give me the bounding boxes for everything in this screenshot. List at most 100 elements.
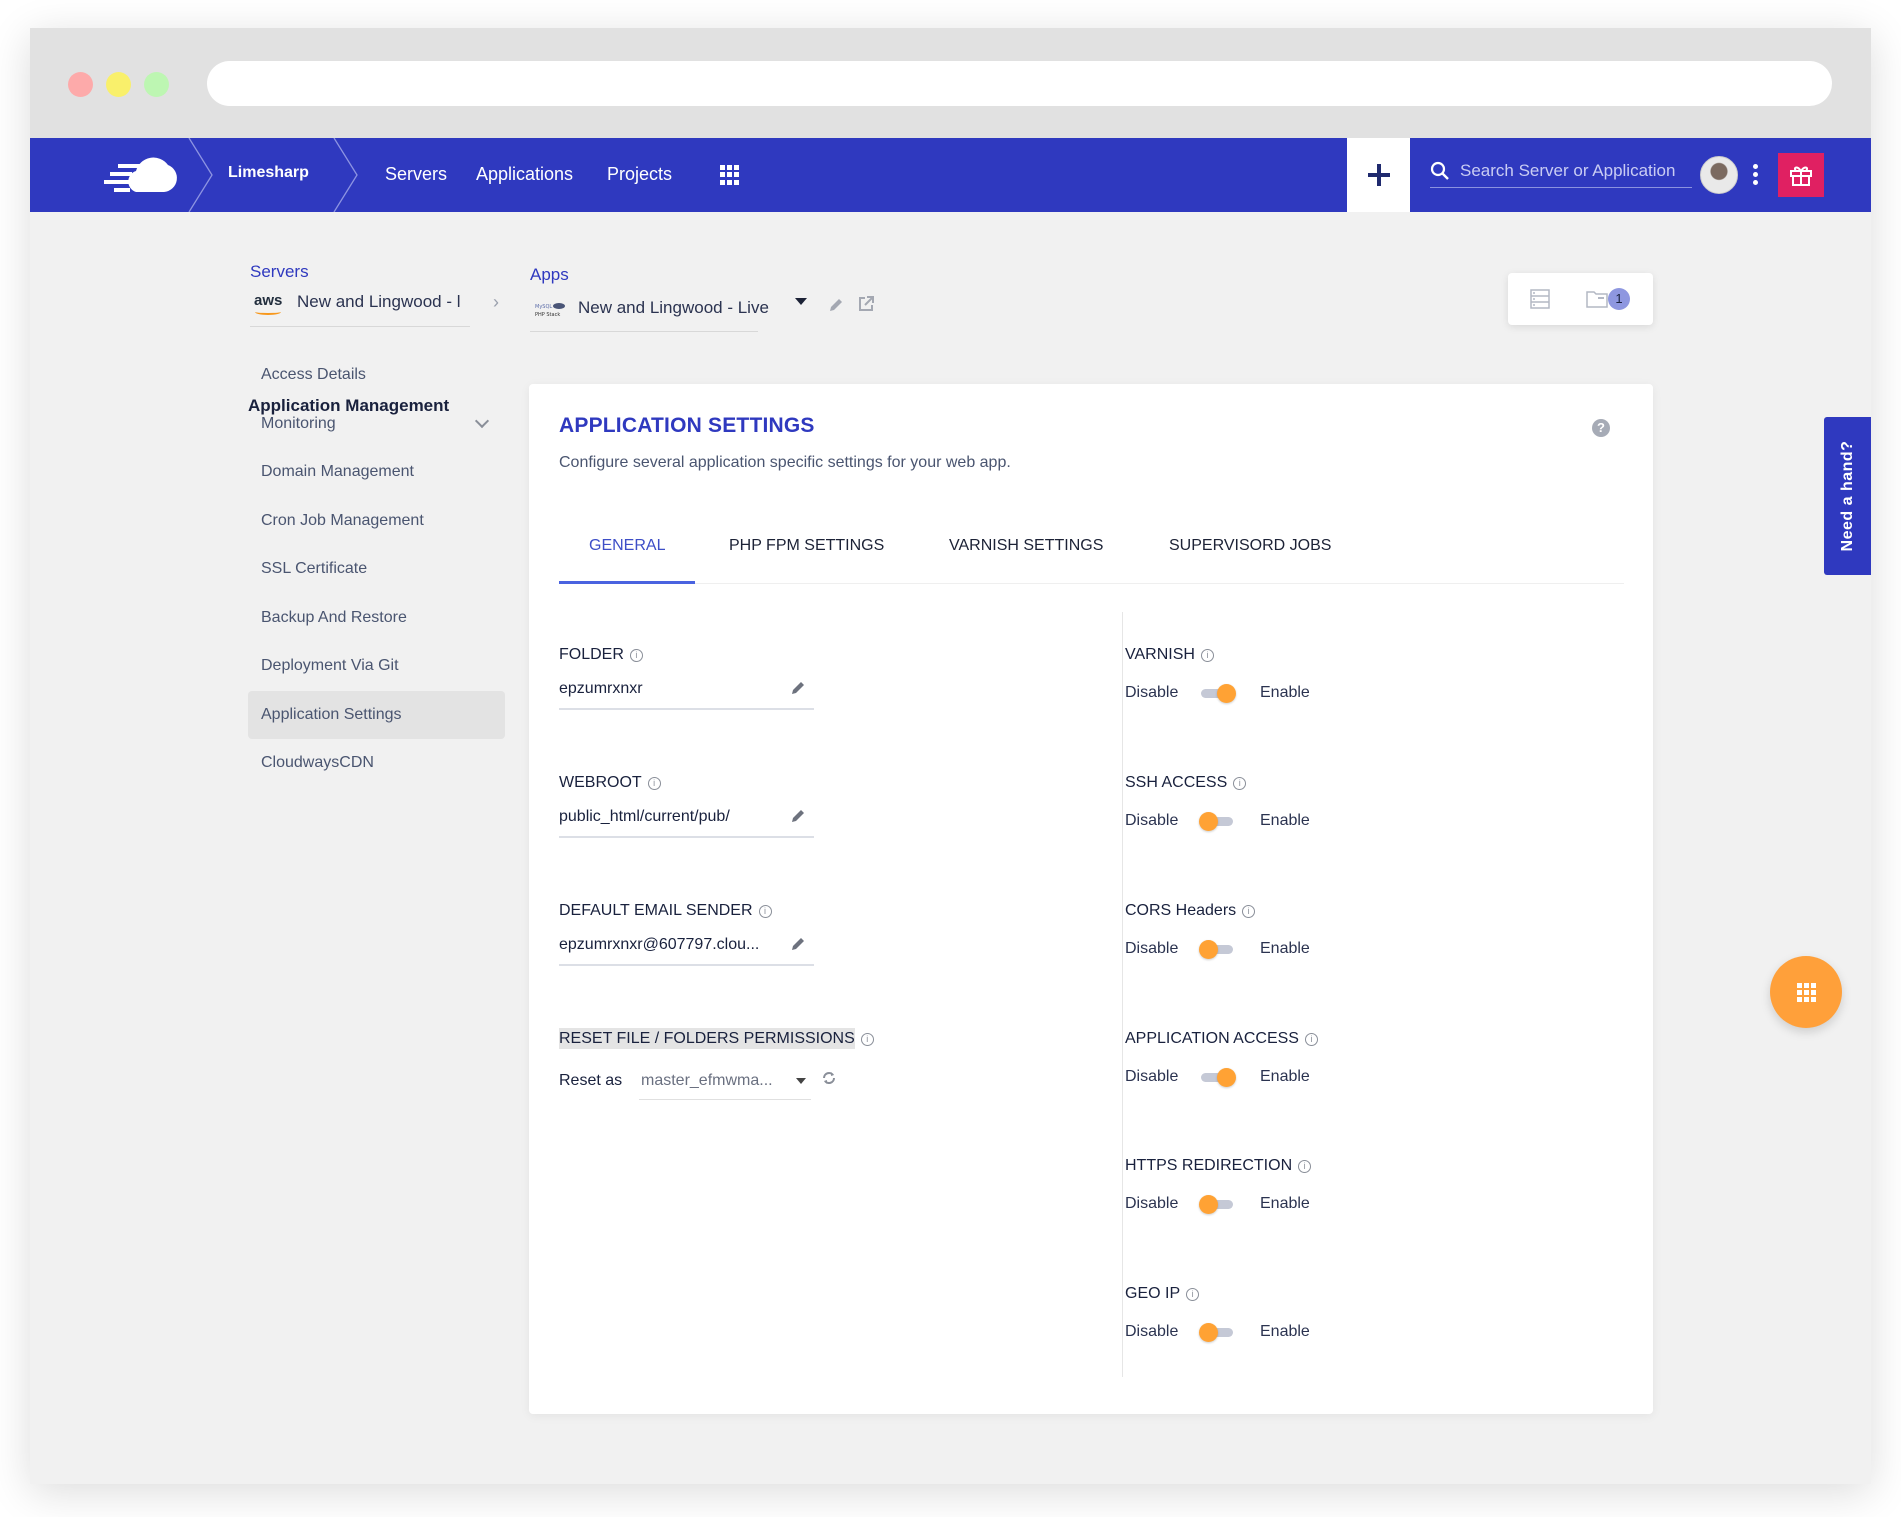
breadcrumb-apps-label[interactable]: Apps <box>530 265 569 285</box>
reset-user-select[interactable]: master_efmwma... <box>639 1066 811 1100</box>
cors-headers-toggle[interactable] <box>1199 940 1233 959</box>
disable-label: Disable <box>1125 684 1179 701</box>
tab-general[interactable]: GENERAL <box>559 537 696 584</box>
nav-separator-icon <box>333 138 358 212</box>
search-input[interactable] <box>1460 160 1690 181</box>
tab-php-fpm-settings[interactable]: PHP FPM SETTINGS <box>729 537 884 584</box>
sidebar-item-access-details[interactable]: Access Details <box>248 351 505 399</box>
https-redirection-toggle[interactable] <box>1199 1195 1233 1214</box>
sidebar-item-application-settings[interactable]: Application Settings <box>248 691 505 739</box>
minimize-window-button[interactable] <box>106 72 131 97</box>
toggle-knob <box>1199 940 1218 959</box>
disable-label: Disable <box>1125 1068 1179 1085</box>
toggle-knob <box>1217 1068 1236 1087</box>
sidebar-item-cron-job-management[interactable]: Cron Job Management <box>248 497 505 545</box>
edit-webroot-icon[interactable] <box>790 808 806 824</box>
sidebar-item-domain-management[interactable]: Domain Management <box>248 448 505 496</box>
apps-grid-icon[interactable] <box>720 165 740 185</box>
cors-headers-label: CORS Headers i <box>1125 902 1256 920</box>
reset-user-value: master_efmwma... <box>641 1072 773 1089</box>
disable-label: Disable <box>1125 1323 1179 1340</box>
sidebar-item-monitoring[interactable]: Monitoring <box>248 400 505 448</box>
info-icon[interactable]: i <box>1298 1160 1312 1173</box>
sidebar-item-cloudways-cdn[interactable]: CloudwaysCDN <box>248 739 505 787</box>
column-divider <box>1122 612 1123 1377</box>
top-nav: Limesharp Servers Applications Projects <box>30 138 1871 212</box>
application-access-label: APPLICATION ACCESS i <box>1125 1030 1318 1048</box>
server-selector[interactable]: New and Lingwood - l <box>297 292 460 312</box>
sidebar-item-backup-and-restore[interactable]: Backup And Restore <box>248 594 505 642</box>
ssh-access-toggle[interactable] <box>1199 812 1233 831</box>
grid-icon <box>1796 982 1816 1002</box>
user-avatar[interactable] <box>1700 156 1738 194</box>
tab-supervisord-jobs[interactable]: SUPERVISORD JOBS <box>1169 537 1331 584</box>
quick-tools: 1 <box>1508 273 1653 325</box>
disable-label: Disable <box>1125 812 1179 829</box>
varnish-toggle[interactable] <box>1201 684 1236 703</box>
settings-card: APPLICATION SETTINGS Configure several a… <box>529 384 1653 1414</box>
need-a-hand-tab[interactable]: Need a hand? <box>1824 417 1871 575</box>
info-icon[interactable]: i <box>860 1033 874 1046</box>
help-icon[interactable]: ? <box>1592 419 1610 437</box>
enable-label: Enable <box>1260 1195 1310 1212</box>
geo-ip-toggle[interactable] <box>1199 1323 1233 1342</box>
add-button[interactable] <box>1347 138 1410 212</box>
plus-icon <box>1367 164 1390 186</box>
webroot-label: WEBROOT i <box>559 774 661 792</box>
server-list-icon[interactable] <box>1530 289 1550 309</box>
refresh-icon[interactable] <box>821 1070 837 1086</box>
varnish-label: VARNISH i <box>1125 646 1214 664</box>
page-description: Configure several application specific s… <box>559 454 1011 471</box>
info-icon[interactable]: i <box>1242 905 1256 918</box>
maximize-window-button[interactable] <box>144 72 169 97</box>
info-icon[interactable]: i <box>629 649 643 662</box>
close-window-button[interactable] <box>68 72 93 97</box>
caret-down-icon <box>796 1078 806 1084</box>
info-icon[interactable]: i <box>1233 777 1247 790</box>
sidebar-item-ssl-certificate[interactable]: SSL Certificate <box>248 545 505 593</box>
enable-label: Enable <box>1260 1323 1310 1340</box>
info-icon[interactable]: i <box>1186 1288 1200 1301</box>
folder-field[interactable]: epzumrxnxr <box>559 674 814 710</box>
quick-actions-button[interactable] <box>1770 956 1842 1028</box>
org-name[interactable]: Limesharp <box>228 164 309 182</box>
external-link-icon[interactable] <box>857 295 875 313</box>
info-icon[interactable]: i <box>1304 1033 1318 1046</box>
info-icon[interactable]: i <box>1200 649 1214 662</box>
svg-text:PHP Stack: PHP Stack <box>535 312 560 318</box>
chevron-down-icon[interactable] <box>474 413 490 429</box>
enable-label: Enable <box>1260 684 1310 701</box>
sidebar-item-deployment-via-git[interactable]: Deployment Via Git <box>248 642 505 690</box>
disable-label: Disable <box>1125 940 1179 957</box>
edit-app-icon[interactable] <box>828 297 844 313</box>
breadcrumb-servers-label[interactable]: Servers <box>250 262 309 282</box>
edit-email-icon[interactable] <box>790 936 806 952</box>
email-sender-value: epzumrxnxr@607797.clou... <box>559 936 760 953</box>
cloudways-logo[interactable] <box>102 154 182 196</box>
toggle-knob <box>1199 1195 1218 1214</box>
settings-tabs: GENERAL PHP FPM SETTINGS VARNISH SETTING… <box>559 524 1624 584</box>
gift-button[interactable] <box>1778 153 1824 197</box>
server-underline <box>250 326 470 327</box>
tab-varnish-settings[interactable]: VARNISH SETTINGS <box>949 537 1103 584</box>
nav-applications[interactable]: Applications <box>476 164 573 185</box>
folder-label: FOLDER i <box>559 646 643 664</box>
app-selector[interactable]: New and Lingwood - Live <box>578 298 769 318</box>
nav-separator-icon <box>188 138 213 212</box>
address-bar[interactable] <box>207 61 1832 106</box>
edit-folder-icon[interactable] <box>790 680 806 696</box>
application-access-toggle[interactable] <box>1201 1068 1236 1087</box>
folder-icon[interactable] <box>1586 290 1608 308</box>
app-dropdown-caret-icon[interactable] <box>795 298 807 305</box>
info-icon[interactable]: i <box>647 777 661 790</box>
webroot-field[interactable]: public_html/current/pub/ <box>559 802 814 838</box>
ssh-access-label: SSH ACCESS i <box>1125 774 1247 792</box>
email-sender-field[interactable]: epzumrxnxr@607797.clou... <box>559 930 814 966</box>
page-title: APPLICATION SETTINGS <box>559 414 815 437</box>
more-menu-icon[interactable] <box>1753 164 1759 186</box>
gift-icon <box>1790 166 1812 186</box>
need-a-hand-label: Need a hand? <box>1838 440 1856 552</box>
nav-servers[interactable]: Servers <box>385 164 447 185</box>
nav-projects[interactable]: Projects <box>607 164 672 185</box>
info-icon[interactable]: i <box>758 905 772 918</box>
